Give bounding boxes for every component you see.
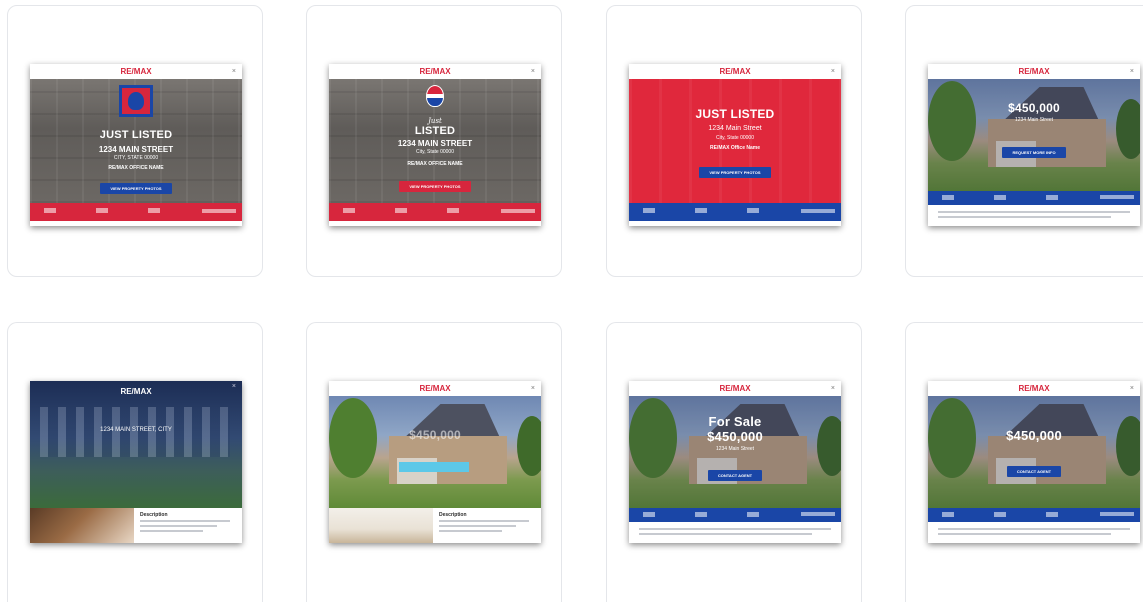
hero-image: Just LISTED 1234 MAIN STREET City, State… bbox=[329, 79, 541, 203]
hero-image: $450,000 CONTACT AGENT bbox=[928, 396, 1140, 508]
template-card-1[interactable]: RE/MAX × JUST LISTED 1234 MAIN STREET CI… bbox=[7, 5, 263, 277]
address: 1234 Main Street bbox=[1014, 117, 1054, 123]
close-icon: × bbox=[1129, 385, 1134, 392]
template-thumbnail: RE/MAX × JUST LISTED 1234 Main Street Ci… bbox=[629, 64, 841, 226]
remax-logo-text: RE/MAX bbox=[419, 67, 451, 76]
template-gallery: RE/MAX × JUST LISTED 1234 MAIN STREET CI… bbox=[0, 0, 1143, 602]
address: 1234 MAIN STREET, CITY bbox=[100, 427, 172, 433]
headline: JUST LISTED bbox=[695, 107, 775, 121]
template-thumbnail: RE/MAX × Just LISTED 1234 MAIN STREET Ci… bbox=[329, 64, 541, 226]
hero-image: For Sale $450,000 1234 Main Street CONTA… bbox=[629, 396, 841, 508]
description-title: Description bbox=[439, 512, 467, 518]
interior-photo bbox=[329, 508, 433, 543]
office-name: RE/MAX OFFICE NAME bbox=[108, 165, 164, 171]
popup-header: RE/MAX × bbox=[329, 381, 541, 396]
city-state: CITY, STATE 00000 bbox=[113, 155, 159, 161]
description-section: Description bbox=[329, 508, 541, 543]
description-text bbox=[140, 520, 230, 535]
disclaimer-text bbox=[938, 528, 1130, 538]
hero-image: $450,000 bbox=[329, 396, 541, 508]
city-state: City, State 00000 bbox=[416, 149, 454, 155]
remax-logo-text: RE/MAX bbox=[1018, 384, 1050, 393]
view-photos-button: VIEW PROPERTY PHOTOS bbox=[100, 183, 172, 194]
remax-logo-text: RE/MAX bbox=[120, 387, 152, 396]
address: 1234 Main Street bbox=[715, 446, 755, 452]
template-thumbnail: RE/MAX × For Sale $450,000 1234 Main Str… bbox=[629, 381, 841, 543]
headline: For Sale bbox=[708, 414, 762, 429]
description-title: Description bbox=[140, 512, 168, 518]
close-icon: × bbox=[830, 385, 835, 392]
footer-bar bbox=[928, 508, 1140, 522]
remax-logo-text: RE/MAX bbox=[719, 67, 751, 76]
headline: JUST LISTED bbox=[99, 129, 173, 141]
footer-bar bbox=[928, 191, 1140, 205]
remax-balloon-icon bbox=[426, 85, 444, 107]
footer-bar bbox=[30, 203, 242, 221]
template-thumbnail: RE/MAX × $450,000 1234 Main Street REQUE… bbox=[928, 64, 1140, 226]
template-card-4[interactable]: RE/MAX × $450,000 1234 Main Street REQUE… bbox=[905, 5, 1143, 277]
remax-logo-text: RE/MAX bbox=[419, 384, 451, 393]
close-icon: × bbox=[530, 385, 535, 392]
request-info-button: REQUEST MORE INFO bbox=[1002, 147, 1066, 158]
template-thumbnail: RE/MAX × $450,000 Description bbox=[329, 381, 541, 543]
address: 1234 Main Street bbox=[708, 125, 762, 132]
template-card-3[interactable]: RE/MAX × JUST LISTED 1234 Main Street Ci… bbox=[606, 5, 862, 277]
address: 1234 MAIN STREET bbox=[397, 139, 473, 148]
description-text bbox=[439, 520, 529, 535]
template-card-2[interactable]: RE/MAX × Just LISTED 1234 MAIN STREET Ci… bbox=[306, 5, 562, 277]
price: $450,000 bbox=[707, 429, 763, 444]
template-card-5[interactable]: RE/MAX × 1234 MAIN STREET, CITY Descript… bbox=[7, 322, 263, 602]
interior-photo bbox=[30, 508, 134, 543]
headline: LISTED bbox=[414, 125, 456, 137]
popup-header: RE/MAX × bbox=[629, 381, 841, 396]
template-thumbnail: RE/MAX × JUST LISTED 1234 MAIN STREET CI… bbox=[30, 64, 242, 226]
description-section: Description bbox=[30, 508, 242, 543]
view-photos-button: VIEW PROPERTY PHOTOS bbox=[399, 181, 471, 192]
remax-balloon-icon bbox=[119, 85, 153, 117]
close-icon: × bbox=[830, 68, 835, 75]
close-icon: × bbox=[231, 68, 236, 75]
popup-header: RE/MAX × bbox=[928, 64, 1140, 79]
remax-logo-text: RE/MAX bbox=[719, 384, 751, 393]
hero-image: JUST LISTED 1234 MAIN STREET CITY, STATE… bbox=[30, 79, 242, 203]
office-name: RE/MAX Office Name bbox=[709, 145, 760, 151]
template-card-7[interactable]: RE/MAX × For Sale $450,000 1234 Main Str… bbox=[606, 322, 862, 602]
popup-header: RE/MAX × bbox=[30, 64, 242, 79]
disclaimer-text bbox=[938, 211, 1130, 221]
price: $450,000 bbox=[1006, 428, 1062, 443]
template-card-6[interactable]: RE/MAX × $450,000 Description bbox=[306, 322, 562, 602]
contact-button bbox=[399, 462, 469, 472]
disclaimer-text bbox=[639, 528, 831, 538]
footer-bar bbox=[629, 203, 841, 221]
popup-header: RE/MAX × bbox=[629, 64, 841, 79]
remax-logo-text: RE/MAX bbox=[1018, 67, 1050, 76]
remax-logo-text: RE/MAX bbox=[120, 67, 152, 76]
template-thumbnail: RE/MAX × $450,000 CONTACT AGENT bbox=[928, 381, 1140, 543]
hero-image: RE/MAX × 1234 MAIN STREET, CITY bbox=[30, 381, 242, 508]
view-photos-button: VIEW PROPERTY PHOTOS bbox=[699, 167, 771, 178]
footer-bar bbox=[329, 203, 541, 221]
close-icon: × bbox=[1129, 68, 1134, 75]
city-state: City, State 00000 bbox=[716, 135, 754, 141]
popup-header: RE/MAX × bbox=[928, 381, 1140, 396]
footer-bar bbox=[629, 508, 841, 522]
address: 1234 MAIN STREET bbox=[98, 145, 174, 154]
headline-script: Just bbox=[428, 117, 442, 125]
hero-image: $450,000 1234 Main Street REQUEST MORE I… bbox=[928, 79, 1140, 191]
price: $450,000 bbox=[409, 428, 461, 442]
hero-background: JUST LISTED 1234 Main Street City, State… bbox=[629, 79, 841, 203]
office-name: RE/MAX OFFICE NAME bbox=[407, 161, 463, 167]
close-icon: × bbox=[530, 68, 535, 75]
close-icon: × bbox=[231, 383, 236, 390]
price: $450,000 bbox=[1008, 101, 1060, 115]
contact-agent-button: CONTACT AGENT bbox=[1006, 466, 1062, 477]
template-card-8[interactable]: RE/MAX × $450,000 CONTACT AGENT bbox=[905, 322, 1143, 602]
template-thumbnail: RE/MAX × 1234 MAIN STREET, CITY Descript… bbox=[30, 381, 242, 543]
popup-header: RE/MAX × bbox=[329, 64, 541, 79]
contact-agent-button: CONTACT AGENT bbox=[707, 470, 763, 481]
